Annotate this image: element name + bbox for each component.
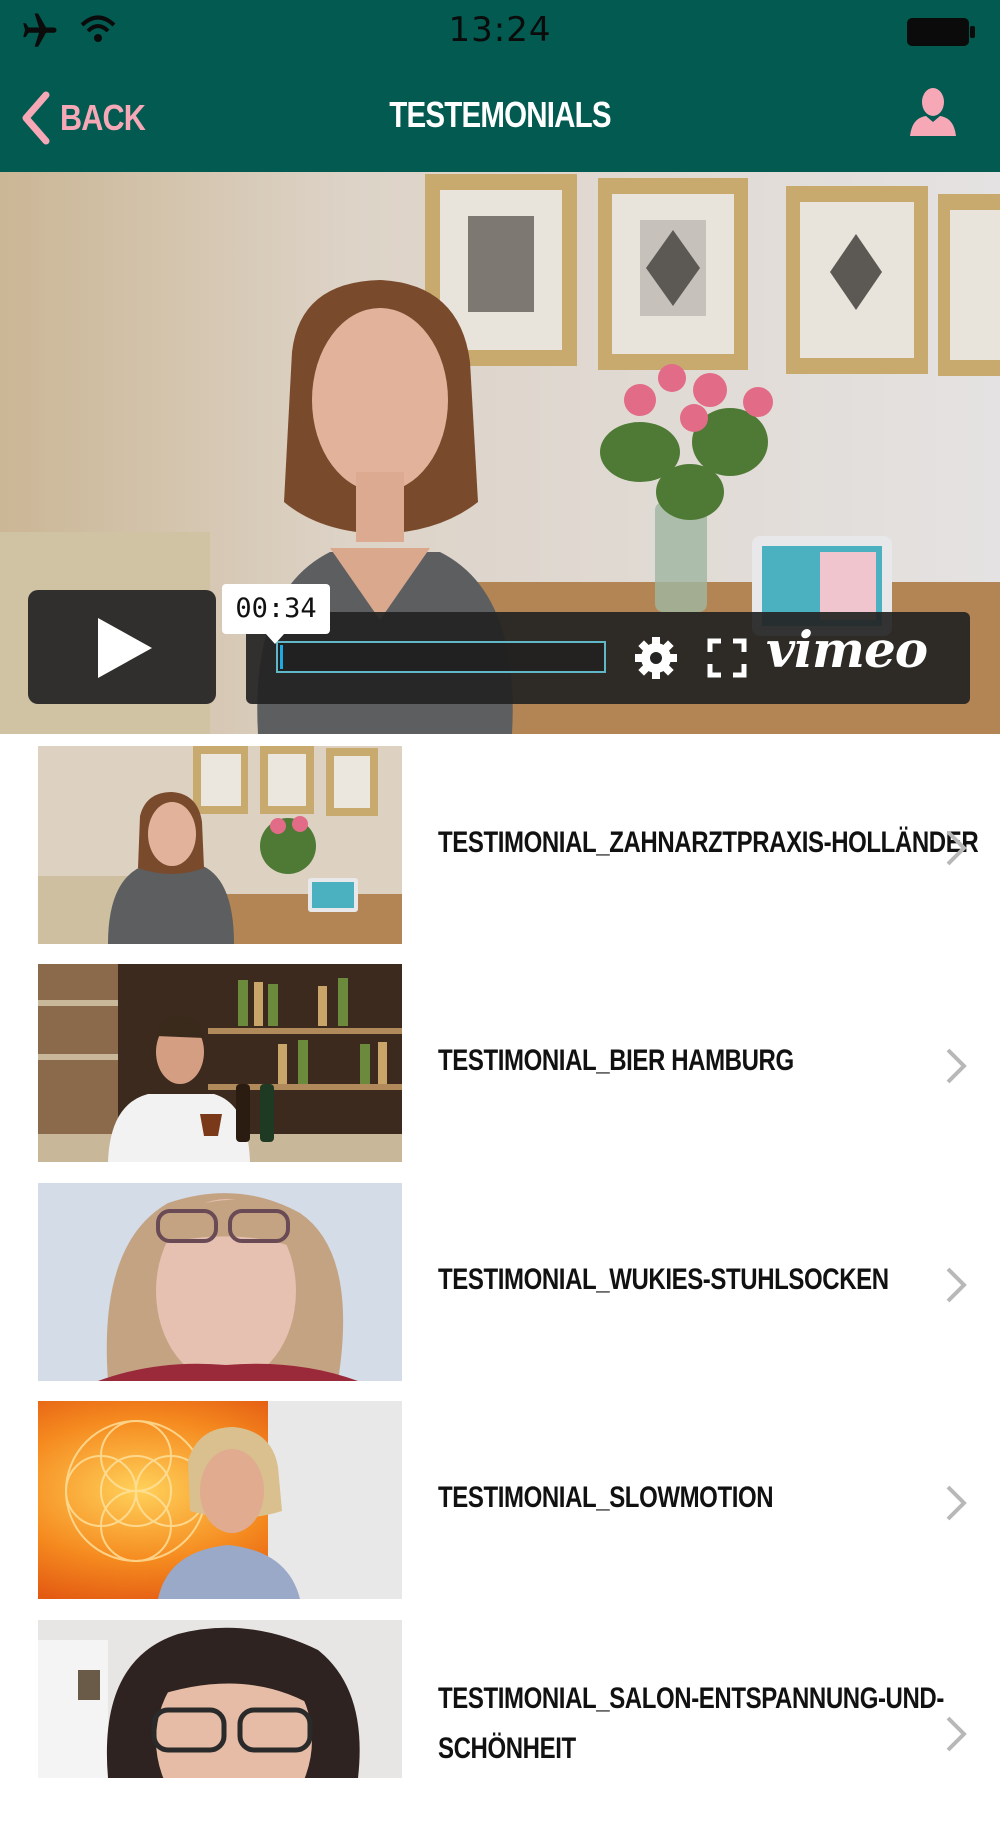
battery-icon	[907, 18, 975, 46]
settings-icon[interactable]	[632, 634, 680, 682]
video-player[interactable]: 00:34 vimeo	[0, 172, 1000, 734]
list-item[interactable]: TESTIMONIAL_SALON-ENTSPANNUNG-UND- SCHÖN…	[0, 1608, 1000, 1826]
profile-icon[interactable]	[908, 86, 958, 138]
chevron-right-icon	[946, 1485, 967, 1521]
play-button[interactable]	[28, 590, 216, 704]
chevron-right-icon	[946, 1716, 967, 1752]
time-indicator: 00:34	[222, 584, 330, 644]
list-item[interactable]: TESTIMONIAL_ZAHNARZTPRAXIS-HOLLÄNDER	[0, 734, 1000, 952]
nav-bar: BACK TESTEMONIALS	[0, 62, 1000, 174]
page-title: TESTEMONIALS	[389, 94, 611, 135]
vimeo-logo[interactable]: vimeo	[766, 620, 928, 679]
chevron-right-icon	[946, 1048, 967, 1084]
video-list: TESTIMONIAL_ZAHNARZTPRAXIS-HOLLÄNDER TES…	[0, 734, 1000, 1778]
progress-bar[interactable]	[276, 641, 606, 673]
play-icon	[98, 618, 152, 678]
status-bar: 13:24	[0, 0, 1000, 62]
video-thumbnail	[38, 746, 402, 944]
fullscreen-icon[interactable]	[707, 638, 747, 678]
progress-indicator	[280, 645, 283, 669]
video-title: TESTIMONIAL_WUKIES-STUHLSOCKEN	[438, 1263, 889, 1296]
list-item[interactable]: TESTIMONIAL_SLOWMOTION	[0, 1389, 1000, 1607]
video-title: TESTIMONIAL_SLOWMOTION	[438, 1481, 774, 1514]
chevron-right-icon	[946, 1267, 967, 1303]
video-thumbnail	[38, 1620, 402, 1778]
list-item[interactable]: TESTIMONIAL_BIER HAMBURG	[0, 952, 1000, 1170]
chevron-right-icon	[946, 830, 967, 866]
video-thumbnail	[38, 964, 402, 1162]
video-thumbnail	[38, 1183, 402, 1381]
video-title: TESTIMONIAL_SALON-ENTSPANNUNG-UND- SCHÖN…	[438, 1682, 944, 1765]
video-title: TESTIMONIAL_ZAHNARZTPRAXIS-HOLLÄNDER	[438, 826, 979, 859]
video-thumbnail	[38, 1401, 402, 1599]
video-title: TESTIMONIAL_BIER HAMBURG	[438, 1044, 794, 1077]
list-item[interactable]: TESTIMONIAL_WUKIES-STUHLSOCKEN	[0, 1171, 1000, 1389]
status-time: 13:24	[448, 10, 552, 50]
